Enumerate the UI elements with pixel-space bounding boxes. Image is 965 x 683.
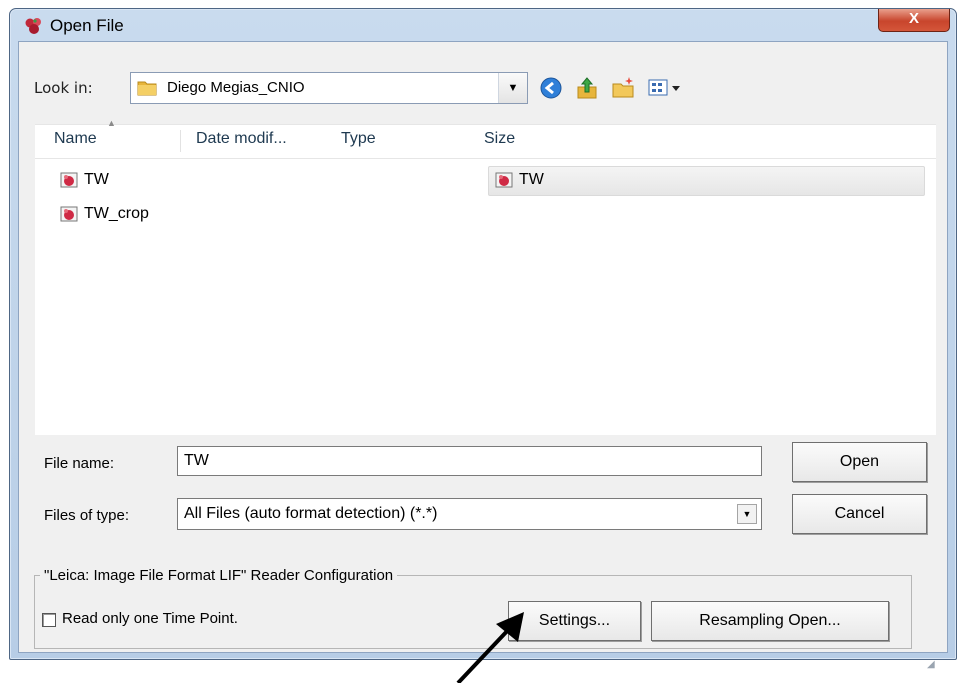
image-file-icon [60, 206, 78, 222]
open-button[interactable]: Open [792, 442, 927, 482]
look-in-combo[interactable]: Diego Megias_CNIO ▼ [130, 72, 528, 104]
file-name: TW [84, 171, 109, 188]
window-title: Open File [50, 16, 124, 35]
files-of-type-select[interactable]: All Files (auto format detection) (*.*) … [177, 498, 762, 530]
column-header-date[interactable]: Date modif... [196, 130, 287, 148]
look-in-label: Look in: [34, 79, 93, 97]
resampling-open-button[interactable]: Resampling Open... [651, 601, 889, 641]
file-name-label: File name: [44, 455, 115, 472]
resize-grip-icon[interactable]: ◢ [927, 659, 935, 670]
file-item-tw-crop[interactable]: TW_crop [60, 202, 149, 226]
files-of-type-value: All Files (auto format detection) (*.*) [184, 505, 438, 522]
up-folder-icon[interactable] [574, 75, 600, 101]
file-item-tw-second[interactable]: TW [495, 168, 544, 192]
close-icon: X [908, 10, 919, 27]
sort-ascending-icon: ▲ [107, 118, 116, 128]
file-name-input[interactable]: TW [177, 446, 762, 476]
chevron-down-icon[interactable]: ▼ [737, 504, 757, 524]
close-button[interactable]: X [878, 9, 950, 32]
annotation-arrow [456, 612, 524, 683]
file-item-tw[interactable]: TW [60, 168, 109, 192]
hovered-row [488, 166, 925, 196]
column-header-name[interactable]: Name [54, 130, 97, 148]
files-of-type-label: Files of type: [44, 507, 130, 524]
column-header-type[interactable]: Type [341, 130, 376, 148]
new-folder-icon[interactable] [610, 75, 636, 101]
cancel-button[interactable]: Cancel [792, 494, 927, 534]
column-divider[interactable] [180, 130, 181, 152]
view-menu-icon[interactable] [646, 75, 686, 101]
file-name-value: TW [184, 452, 209, 469]
image-file-icon [60, 172, 78, 188]
file-name: TW_crop [84, 205, 149, 222]
header-divider [35, 158, 936, 159]
read-one-timepoint-label[interactable]: Read only one Time Point. [62, 610, 238, 627]
image-file-icon [495, 172, 513, 188]
read-one-timepoint-checkbox[interactable] [42, 613, 56, 627]
chevron-down-icon[interactable]: ▼ [498, 73, 527, 103]
folder-icon [137, 81, 157, 96]
file-name: TW [519, 171, 544, 188]
look-in-value: Diego Megias_CNIO [167, 79, 305, 96]
reader-config-title: "Leica: Image File Format LIF" Reader Co… [40, 567, 398, 584]
back-icon[interactable] [538, 75, 564, 101]
app-icon [25, 18, 41, 34]
column-header-size[interactable]: Size [484, 130, 515, 148]
title-bar[interactable]: Open File X [10, 9, 956, 41]
